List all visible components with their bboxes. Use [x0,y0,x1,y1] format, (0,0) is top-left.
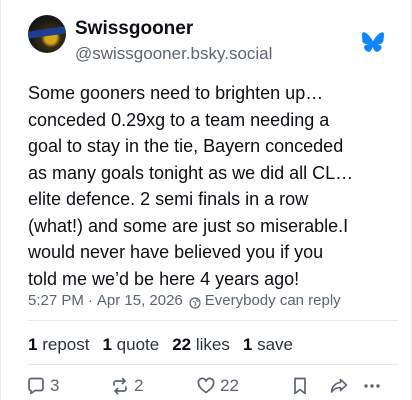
divider-bottom [28,364,398,365]
repost-button[interactable]: 2 [110,374,143,398]
reply-icon [28,377,44,395]
likes-stat[interactable]: 22 likes [172,334,230,356]
share-button[interactable] [329,374,349,398]
likes-count: 22 [172,335,192,354]
post-card: Swissgooner @swissgooner.bsky.social Som… [0,0,412,400]
reposts-count: 1 [28,335,38,354]
post-time[interactable]: 5:27 PM [28,291,84,311]
post-date[interactable]: Apr 15, 2026 [97,291,183,311]
avatar[interactable] [28,15,66,53]
action-bar: 3 2 22 [26,374,386,398]
quotes-label: quote [116,335,160,354]
like-button[interactable]: 22 [196,374,239,398]
heart-icon [197,377,215,394]
quotes-count: 1 [102,335,112,354]
post-text: Some gooners need to brighten up… conced… [28,83,354,289]
reply-button[interactable]: 3 [26,374,59,398]
avatar-band [28,26,66,39]
meta-separator: · [87,292,93,309]
post-meta: 5:27 PM · Apr 15, 2026 Everybody can rep… [28,291,341,311]
saves-count: 1 [242,335,253,354]
bluesky-butterfly-icon [362,32,384,52]
more-options-button[interactable] [362,374,382,398]
share-icon [330,378,348,393]
display-name[interactable]: Swissgooner [75,17,272,41]
author-names: Swissgooner @swissgooner.bsky.social [75,17,272,65]
repost-icon [113,377,127,395]
reply-setting[interactable]: Everybody can reply [205,291,341,311]
bookmark-icon [294,377,306,395]
reposts-label: repost [42,335,90,354]
reposts-stat[interactable]: 1 repost [28,334,89,356]
saves-stat[interactable]: 1 save [243,334,293,356]
globe-icon [189,295,201,309]
divider-top [28,320,398,321]
engagement-stats: 1 repost 1 quote 22 likes 1 save [28,334,293,356]
quotes-stat[interactable]: 1 quote [102,334,159,356]
likes-label: likes [195,335,230,354]
more-icon [364,384,380,388]
handle[interactable]: @swissgooner.bsky.social [75,43,272,65]
repost-count: 2 [134,376,144,395]
bookmark-button[interactable] [291,374,309,398]
saves-label: save [257,335,293,354]
post-header: Swissgooner @swissgooner.bsky.social [28,15,398,71]
like-count: 22 [220,376,239,395]
reply-count: 3 [50,376,60,395]
